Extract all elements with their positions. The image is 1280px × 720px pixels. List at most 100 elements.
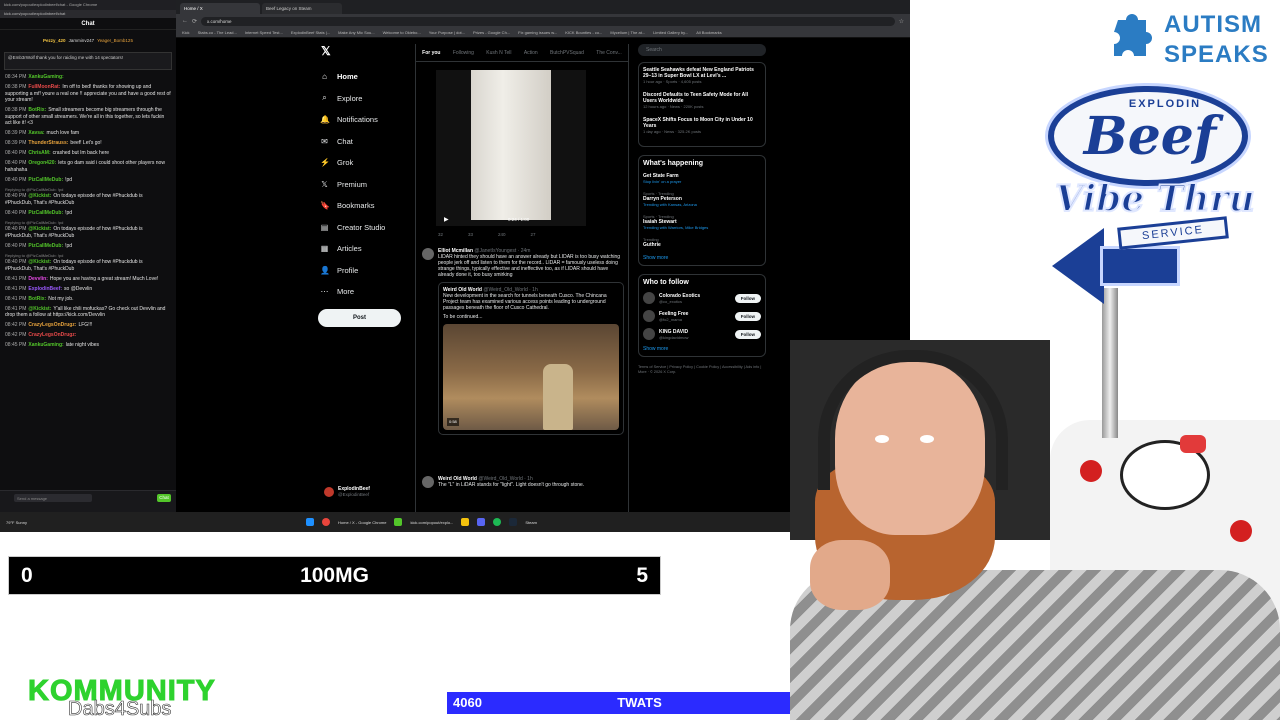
- timeline-tab[interactable]: ButchPVSquad: [550, 50, 584, 56]
- avatar[interactable]: [643, 310, 655, 322]
- message-username[interactable]: ExplodinBeef:: [28, 286, 62, 292]
- message-username[interactable]: @Kickist:: [28, 259, 51, 265]
- bookmark-item[interactable]: All Bookmarks: [696, 30, 722, 35]
- bookmark-item[interactable]: ExplodinBeef Stats |...: [291, 30, 330, 35]
- timeline-tab[interactable]: The Conv...: [596, 50, 621, 56]
- chrome-icon[interactable]: [322, 518, 330, 526]
- trend-item[interactable]: Get State Farm Stop livin' on a prayer: [643, 173, 761, 184]
- taskbar-chrome-label[interactable]: Home / X - Google Chrome: [338, 520, 386, 525]
- weather-widget[interactable]: 79°F Sunny: [6, 520, 306, 525]
- quote-video[interactable]: 0:58: [443, 324, 619, 430]
- url-field[interactable]: x.com/home: [201, 16, 895, 26]
- trend-item[interactable]: Sports · Trending Darryn Peterson Trending…: [643, 191, 761, 207]
- bookmark-item[interactable]: Mycelium | The at...: [610, 30, 645, 35]
- bookmark-item[interactable]: Prizes - Google Ch...: [473, 30, 510, 35]
- reload-icon[interactable]: ⟳: [192, 18, 197, 25]
- nav-item-grok[interactable]: ⚡ Grok: [306, 152, 416, 174]
- tweet[interactable]: Weird Old World @Weird_Old_World · 1h Th…: [422, 476, 624, 488]
- trend-item[interactable]: Trending Guthrie: [643, 237, 761, 248]
- video-player[interactable]: ▶ 0:24 / 1:00: [436, 70, 586, 226]
- spotify-icon[interactable]: [493, 518, 502, 526]
- message-username[interactable]: CrazyLegsOnDrugz:: [28, 332, 76, 338]
- message-username[interactable]: Oregon420:: [28, 160, 56, 166]
- show-more-link[interactable]: Show more: [643, 255, 761, 261]
- message-username[interactable]: FullMoonRat:: [28, 84, 60, 90]
- taskbar-kick-label[interactable]: kick.com/popout/explo...: [410, 520, 453, 525]
- kick-icon[interactable]: [394, 518, 403, 526]
- avatar[interactable]: [643, 292, 655, 304]
- show-more-link[interactable]: Show more: [643, 346, 761, 352]
- message-username[interactable]: BotRix:: [28, 107, 46, 113]
- message-username[interactable]: CrazyLegsOnDrugz:: [28, 322, 76, 328]
- message-username[interactable]: BotRix:: [28, 296, 46, 302]
- nav-item-premium[interactable]: 𝕏 Premium: [306, 174, 416, 196]
- message-username[interactable]: PizCallMeDub:: [28, 177, 63, 183]
- nav-item-chat[interactable]: ✉ Chat: [306, 131, 416, 153]
- follow-name[interactable]: Feeling Free @fo2_mama: [659, 311, 731, 322]
- chat-input[interactable]: Send a message: [14, 494, 92, 502]
- leader-3[interactable]: Yeager_Bomb125: [97, 38, 133, 43]
- back-icon[interactable]: ←: [182, 18, 188, 24]
- bookmark-item[interactable]: Fix gaming issues w...: [518, 30, 557, 35]
- timeline-tab[interactable]: Kush N Tell: [486, 50, 511, 56]
- account-switcher[interactable]: ExplodinBeef @ExplodinBeef: [324, 486, 370, 497]
- bookmark-item[interactable]: Make Any Mic Sou...: [338, 30, 374, 35]
- message-username[interactable]: @Kickist:: [28, 226, 51, 232]
- view-count[interactable]: 27: [531, 232, 536, 237]
- message-username[interactable]: ThunderStrauss:: [28, 140, 68, 146]
- bookmark-item[interactable]: Welcome to Okiebo...: [383, 30, 421, 35]
- nav-item-explore[interactable]: ⌕ Explore: [306, 88, 416, 110]
- nav-item-profile[interactable]: 👤 Profile: [306, 260, 416, 282]
- follow-name[interactable]: KING DAVID @kingdavidmow: [659, 329, 731, 340]
- quote-tweet[interactable]: Weird Old World @Weird_Old_World · 1h Ne…: [438, 282, 624, 435]
- timeline-tab[interactable]: Action: [524, 50, 538, 56]
- timeline-tab[interactable]: Following: [453, 50, 474, 56]
- nav-item-home[interactable]: ⌂ Home: [306, 66, 416, 88]
- trend-item[interactable]: Sports · Trending Isaiah Stewart Trending …: [643, 214, 761, 230]
- message-username[interactable]: Xavsa:: [28, 130, 44, 136]
- avatar[interactable]: [422, 476, 434, 488]
- discord-icon[interactable]: [477, 518, 486, 526]
- news-item[interactable]: Seattle Seahawks defeat New England Patr…: [643, 67, 761, 84]
- steam-icon[interactable]: [509, 518, 518, 526]
- message-username[interactable]: Devvlin:: [28, 276, 47, 282]
- bookmark-item[interactable]: KICK Bounties - co...: [565, 30, 602, 35]
- bookmark-item[interactable]: Internet Speed Test...: [245, 30, 283, 35]
- like-count[interactable]: 240: [498, 232, 506, 237]
- message-username[interactable]: @Kickist:: [28, 306, 51, 312]
- search-input[interactable]: Search: [638, 44, 766, 56]
- start-icon[interactable]: [306, 518, 314, 526]
- message-username[interactable]: XankuGaming:: [28, 74, 63, 80]
- chat-send-button[interactable]: Chat: [157, 494, 171, 502]
- chat-url[interactable]: kick.com/popout/explodinbeef/chat: [0, 10, 176, 18]
- repost-count[interactable]: 33: [468, 232, 473, 237]
- follow-button[interactable]: Follow: [734, 329, 761, 339]
- bookmark-item[interactable]: Stabs.co - The Lead...: [198, 30, 237, 35]
- footer-links[interactable]: Terms of Service | Privacy Policy | Cook…: [638, 365, 766, 375]
- x-logo-icon[interactable]: 𝕏: [321, 44, 416, 58]
- follow-name[interactable]: Colorado Exotics @co_exotics: [659, 293, 731, 304]
- message-username[interactable]: XankuGaming:: [28, 342, 63, 348]
- message-username[interactable]: @Kickist:: [28, 193, 51, 199]
- tab-home-x[interactable]: Home / X: [180, 3, 260, 14]
- nav-item-creator-studio[interactable]: ▤ Creator Studio: [306, 217, 416, 239]
- message-username[interactable]: ChrisAM:: [28, 150, 50, 156]
- nav-item-more[interactable]: ⋯ More: [306, 281, 416, 303]
- taskbar-steam-label[interactable]: Steam: [525, 520, 537, 525]
- nav-item-bookmarks[interactable]: 🔖 Bookmarks: [306, 195, 416, 217]
- tab-beef-legacy[interactable]: Beef Legacy on Steam: [262, 3, 342, 14]
- nav-item-notifications[interactable]: 🔔 Notifications: [306, 109, 416, 131]
- message-username[interactable]: PizCallMeDub:: [28, 210, 63, 216]
- folder-icon[interactable]: [461, 518, 470, 526]
- leader-2[interactable]: Jamminv247: [69, 38, 95, 43]
- avatar[interactable]: [643, 328, 655, 340]
- nav-item-articles[interactable]: ▦ Articles: [306, 238, 416, 260]
- bookmark-item[interactable]: Limited Gallery by...: [653, 30, 688, 35]
- news-item[interactable]: SpaceX Shifts Focus to Moon City in Unde…: [643, 117, 761, 134]
- bookmark-item[interactable]: Your Purpose | dot...: [429, 30, 465, 35]
- leader-1[interactable]: Pezzy_420: [43, 38, 66, 43]
- reply-count[interactable]: 32: [438, 232, 443, 237]
- follow-button[interactable]: Follow: [734, 311, 761, 321]
- post-button[interactable]: Post: [318, 308, 401, 327]
- avatar[interactable]: [422, 248, 434, 260]
